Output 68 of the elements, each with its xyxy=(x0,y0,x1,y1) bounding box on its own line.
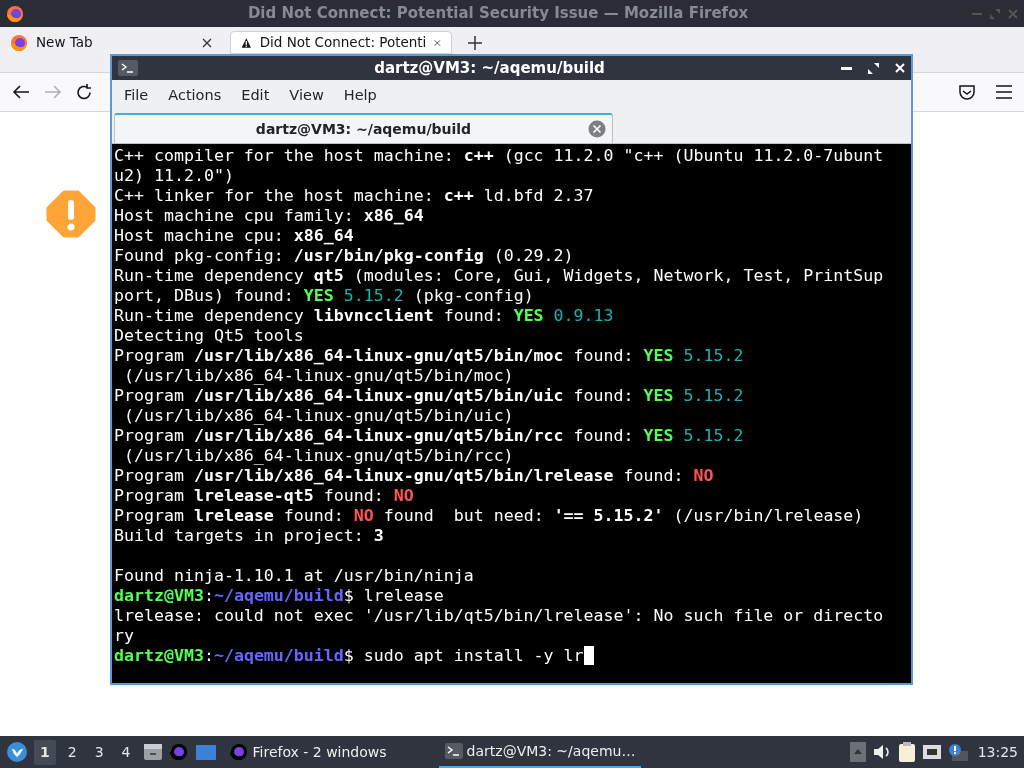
firefox-icon xyxy=(228,742,249,762)
workspace-button[interactable]: 3 xyxy=(88,739,110,765)
window-icon[interactable] xyxy=(194,743,217,761)
terminal-line: Detecting Qt5 tools xyxy=(114,326,304,346)
firefox-icon xyxy=(10,33,28,52)
menu-icon[interactable] xyxy=(996,85,1012,99)
pocket-icon[interactable] xyxy=(958,83,976,101)
firefox-icon[interactable] xyxy=(168,742,189,762)
terminal-line: dartz@VM3:~/aqemu/build$ sudo apt install -y lr xyxy=(114,646,584,666)
notification-icon[interactable] xyxy=(947,743,968,761)
file-cabinet-icon[interactable] xyxy=(142,742,163,762)
terminal-line: Run-time dependency qt5 (modules: Core, Gui, Widgets, Network, Test, PrintSup xyxy=(114,266,884,286)
maximize-icon[interactable] xyxy=(868,62,879,74)
terminal-line: lrelease: could not exec '/usr/lib/qt5/bin/lrelease': No such file or directo xyxy=(114,606,884,626)
terminal-line: (/usr/lib/x86_64-linux-gnu/qt5/bin/rcc) xyxy=(123,446,514,466)
minimize-icon[interactable] xyxy=(841,66,852,70)
tray-expand-icon[interactable] xyxy=(849,742,866,762)
terminal-line: Host machine cpu: x86_64 xyxy=(114,226,354,246)
terminal-icon xyxy=(118,60,138,76)
back-icon[interactable] xyxy=(12,84,30,100)
window-title: dartz@VM3: ~/aqemu/build xyxy=(373,57,606,79)
terminal-line: Found pkg-config: /usr/bin/pkg-config (0.29.2) xyxy=(114,246,574,266)
tab-label: New Tab xyxy=(36,33,94,53)
workspace-button[interactable]: 1 xyxy=(34,739,56,765)
terminal-line: (/usr/lib/x86_64-linux-gnu/qt5/bin/moc) xyxy=(123,366,514,386)
close-icon[interactable] xyxy=(202,37,212,48)
firefox-logo xyxy=(6,4,24,23)
warning-icon xyxy=(46,190,96,238)
menu-item[interactable]: Actions xyxy=(158,85,232,107)
terminal-line: Program /usr/lib/x86_64-linux-gnu/qt5/bin/lrelease found: NO xyxy=(114,466,714,486)
terminal-line: C++ linker for the host machine: c++ ld.bfd 2.37 xyxy=(114,186,594,206)
terminal-line: Run-time dependency libvncclient found: YES 0.9.13 xyxy=(114,306,614,326)
terminal-line: Build targets in project: 3 xyxy=(114,526,384,546)
terminal-line: ry xyxy=(114,626,134,646)
menu-item[interactable]: Edit xyxy=(231,85,280,107)
terminal-line: dartz@VM3:~/aqemu/build$ lrelease xyxy=(114,586,444,606)
terminal-line: Program /usr/lib/x86_64-linux-gnu/qt5/bin/rcc found: YES 5.15.2 xyxy=(114,426,744,446)
menu-item[interactable]: Help xyxy=(333,85,387,107)
terminal-tab[interactable]: dartz@VM3: ~/aqemu/build xyxy=(114,113,613,143)
browser-tab[interactable]: Did Not Connect: Potenti xyxy=(230,31,452,54)
terminal-line: Host machine cpu family: x86_64 xyxy=(114,206,424,226)
terminal-icon xyxy=(444,743,463,759)
terminal-line: port, DBus) found: YES 5.15.2 (pkg-config) xyxy=(114,286,534,306)
terminal-line: C++ compiler for the host machine: c++ (gcc 11.2.0 "c++ (Ubuntu 11.2.0-7ubunt xyxy=(114,146,884,166)
terminal-line: u2) 11.2.0") xyxy=(114,166,234,186)
start-menu-icon[interactable] xyxy=(6,741,28,763)
terminal-line: Program /usr/lib/x86_64-linux-gnu/qt5/bin/moc found: YES 5.15.2 xyxy=(114,346,744,366)
terminal-line: (/usr/lib/x86_64-linux-gnu/qt5/bin/uic) xyxy=(123,406,514,426)
volume-icon[interactable] xyxy=(871,743,892,761)
taskbar-button[interactable]: dartz@VM3: ~/aqemu… xyxy=(438,736,642,768)
tab-label: Did Not Connect: Potenti xyxy=(259,33,427,53)
new-tab-icon[interactable] xyxy=(468,36,482,50)
tab-label: dartz@VM3: ~/aqemu/build xyxy=(255,119,472,139)
workspace-button[interactable]: 2 xyxy=(61,739,83,765)
menu-item[interactable]: View xyxy=(279,85,334,107)
menu-item[interactable]: File xyxy=(114,85,159,107)
terminal-line: Program lrelease found: NO found but need: '== 5.15.2' (/usr/bin/lrelease) xyxy=(114,506,864,526)
network-icon[interactable] xyxy=(921,743,942,761)
terminal-line: Program lrelease-qt5 found: NO xyxy=(114,486,414,506)
browser-tab[interactable]: New Tab xyxy=(0,31,222,54)
taskbar-button[interactable]: Firefox - 2 windows xyxy=(222,736,393,768)
window-title: Did Not Connect: Potential Security Issue — Mozilla Firefox xyxy=(246,3,750,25)
workspace-button[interactable]: 4 xyxy=(115,739,137,765)
terminal-line: Found ninja-1.10.1 at /usr/bin/ninja xyxy=(114,566,474,586)
clock[interactable]: 13:25 xyxy=(977,741,1018,763)
terminal-line: Program /usr/lib/x86_64-linux-gnu/qt5/bin/uic found: YES 5.15.2 xyxy=(114,386,744,406)
clipboard-icon[interactable] xyxy=(897,741,916,763)
reload-icon[interactable] xyxy=(76,83,93,101)
